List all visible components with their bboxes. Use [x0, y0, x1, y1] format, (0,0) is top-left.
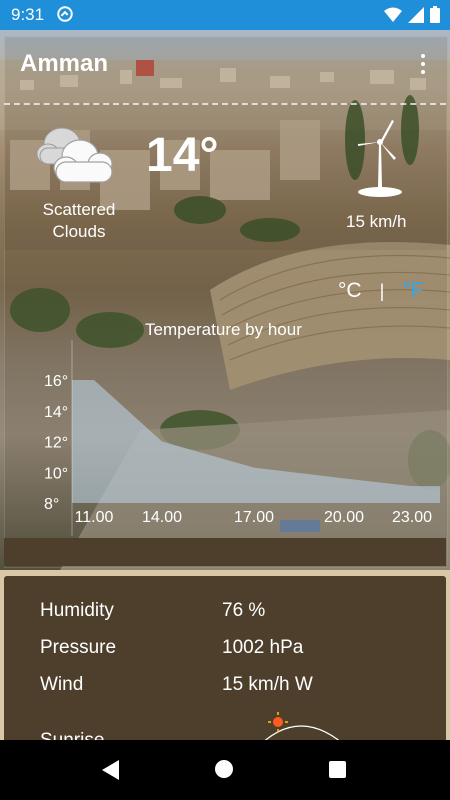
battery-icon — [430, 6, 440, 23]
weather-condition: Scattered Clouds — [30, 199, 128, 243]
wind-row: Wind 15 km/h W — [40, 674, 313, 696]
card-footer-strip — [4, 538, 446, 566]
x-tick-label: 11.00 — [75, 509, 114, 526]
pressure-value: 1002 hPa — [222, 637, 304, 658]
wifi-icon — [384, 7, 402, 22]
y-tick-label: 8° — [44, 496, 59, 513]
recent-apps-icon[interactable] — [329, 761, 346, 778]
pressure-row: Pressure 1002 hPa — [40, 637, 303, 659]
city-name: Amman — [20, 50, 109, 77]
temperature-chart: 16° 14° 12° 10° 8° 11.00 14.00 17.00 20.00 23.00 — [44, 340, 440, 536]
wind-label: Wind — [40, 674, 84, 695]
status-time: 9:31 — [11, 5, 45, 24]
signal-icon — [408, 6, 424, 23]
sync-icon — [57, 6, 73, 22]
pressure-label: Pressure — [40, 637, 117, 658]
humidity-row: Humidity 76 % — [40, 600, 265, 622]
chart-title: Temperature by hour — [145, 320, 302, 339]
temperature-area — [72, 380, 440, 503]
x-tick-label: 23.00 — [392, 509, 432, 526]
overflow-menu-icon[interactable] — [413, 50, 433, 78]
home-icon[interactable] — [215, 760, 233, 778]
humidity-value: 76 % — [222, 600, 266, 621]
wind-turbine-icon — [358, 120, 402, 197]
celsius-button[interactable]: °C — [338, 279, 362, 303]
x-tick-label: 17.00 — [234, 509, 274, 526]
x-tick-label: 20.00 — [324, 509, 364, 526]
y-tick-label: 10° — [44, 465, 68, 482]
wind-value: 15 km/h W — [222, 674, 313, 695]
fahrenheit-button[interactable]: °F — [402, 279, 423, 303]
wind-speed: 15 km/h — [346, 212, 407, 231]
y-tick-label: 14° — [44, 404, 68, 421]
navigation-bar — [0, 740, 450, 800]
back-icon[interactable] — [101, 760, 121, 780]
current-temperature: 14° — [146, 129, 219, 182]
humidity-label: Humidity — [40, 600, 114, 621]
x-tick-label: 14.00 — [142, 509, 182, 526]
unit-toggle: °C | °F — [338, 279, 424, 303]
y-tick-label: 12° — [44, 435, 68, 452]
cloud-icon — [36, 127, 113, 183]
unit-separator: | — [379, 280, 385, 301]
condition-line-1: Scattered — [42, 200, 116, 219]
condition-line-2: Clouds — [52, 222, 106, 241]
y-tick-label: 16° — [44, 373, 68, 390]
status-bar: 9:31 — [0, 0, 450, 30]
